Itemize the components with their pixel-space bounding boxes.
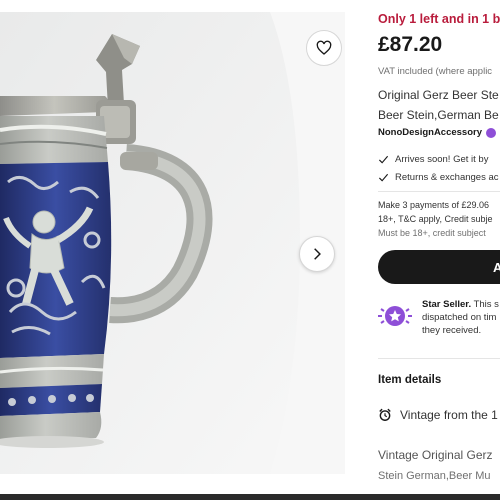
- star-seller-small-icon: [486, 127, 497, 138]
- item-details-heading[interactable]: Item details: [378, 374, 441, 386]
- returns-text: Returns & exchanges ac: [395, 172, 499, 183]
- listing-title-line-1: Original Gerz Beer Ste: [378, 88, 499, 102]
- vintage-info: Vintage from the 1: [378, 408, 498, 422]
- star-seller-text: Star Seller. This s dispatched on tim th…: [422, 298, 499, 337]
- buy-button-label: A: [493, 259, 500, 275]
- star-seller-desc-2: dispatched on tim: [422, 312, 497, 323]
- divider: [378, 358, 500, 359]
- add-to-basket-button[interactable]: A: [378, 250, 500, 284]
- shop-link[interactable]: NonoDesignAccessory: [378, 127, 497, 138]
- star-seller-badge-icon: [378, 306, 412, 326]
- vintage-text: Vintage from the 1: [400, 408, 498, 422]
- bottom-edge-bar: [0, 494, 500, 500]
- vat-note: VAT included (where applic: [378, 66, 493, 77]
- price: £87.20: [378, 33, 443, 56]
- credit-disclaimer: Must be 18+, credit subject: [378, 228, 486, 238]
- check-icon: [378, 155, 389, 164]
- returns-info: Returns & exchanges ac: [378, 172, 499, 183]
- arrival-info: Arrives soon! Get it by: [378, 154, 488, 165]
- product-photo-beer-stein: [0, 12, 345, 474]
- product-image-gallery[interactable]: [0, 12, 345, 474]
- description-line-2: Stein German,Beer Mu: [378, 470, 491, 482]
- installment-offer: Make 3 payments of £29.06: [378, 200, 490, 210]
- listing-details-panel: Only 1 left and in 1 bas £87.20 VAT incl…: [378, 0, 500, 500]
- chevron-right-icon: [314, 248, 321, 260]
- stock-notice: Only 1 left and in 1 bas: [378, 12, 500, 26]
- favorite-button[interactable]: [306, 30, 342, 66]
- shop-name: NonoDesignAccessory: [378, 127, 483, 138]
- listing-title-line-2: Beer Stein,German Be: [378, 108, 499, 122]
- star-seller-desc-1: This s: [471, 299, 499, 310]
- star-seller-desc-3: they received.: [422, 325, 482, 336]
- star-seller-title: Star Seller.: [422, 299, 472, 310]
- check-icon: [378, 173, 389, 182]
- description-line-1: Vintage Original Gerz: [378, 448, 493, 462]
- credit-terms: 18+, T&C apply, Credit subje: [378, 214, 493, 224]
- heart-icon: [316, 40, 332, 55]
- next-image-button[interactable]: [299, 236, 335, 272]
- alarm-clock-icon: [379, 408, 391, 421]
- arrival-text: Arrives soon! Get it by: [395, 154, 489, 165]
- divider: [378, 191, 500, 192]
